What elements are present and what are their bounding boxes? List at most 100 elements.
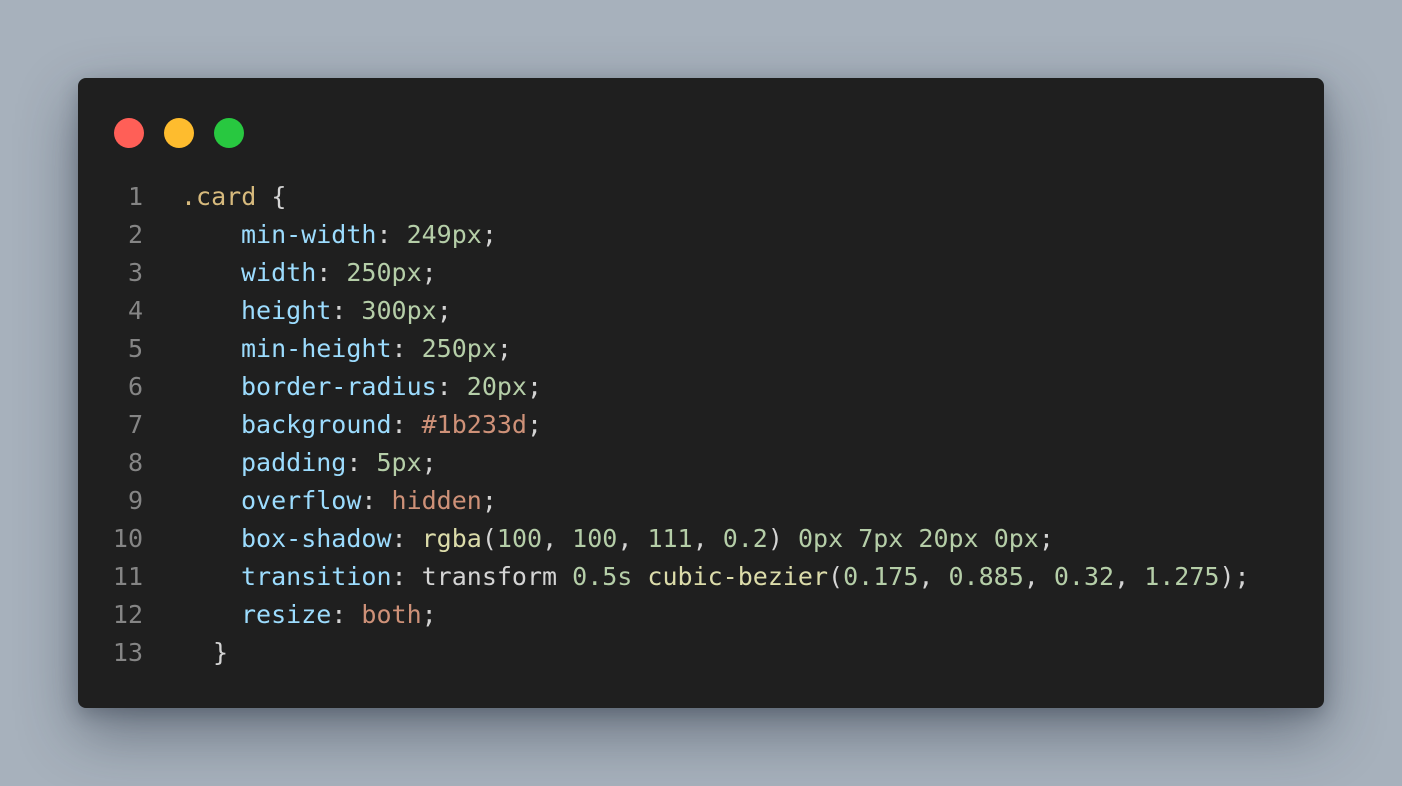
line-content: background: #1b233d; [143, 406, 542, 444]
code-token-punct: : [391, 562, 422, 591]
line-content: padding: 5px; [143, 444, 437, 482]
code-token-num: 0.5s [572, 562, 633, 591]
code-token-punct: : [346, 448, 377, 477]
line-number: 2 [127, 220, 143, 249]
code-token-punct: , [692, 524, 723, 553]
code-token-num: 0px [797, 524, 844, 553]
code-token-punct: , [1114, 562, 1145, 591]
code-token-str: both [361, 600, 422, 629]
code-token-num: 20px [466, 372, 527, 401]
line-content: min-width: 249px; [143, 216, 497, 254]
code-token-punct: , [918, 562, 949, 591]
code-token-num: 249px [406, 220, 482, 249]
line-number: 8 [127, 448, 143, 477]
code-line: 9 overflow: hidden; [78, 482, 1324, 520]
code-line: 5 min-height: 250px; [78, 330, 1324, 368]
code-token-num: 100 [496, 524, 543, 553]
line-content: } [143, 634, 228, 672]
code-token-punct: , [617, 524, 648, 553]
code-token-punct: : [391, 410, 422, 439]
line-content: min-height: 250px; [143, 330, 512, 368]
zoom-dot-icon[interactable] [214, 118, 244, 148]
code-token-prop: overflow [241, 486, 362, 515]
code-line: 1 .card { [78, 178, 1324, 216]
code-token-punct: ; [496, 334, 512, 363]
code-token-prop: box-shadow [241, 524, 392, 553]
code-token-num: 0px [993, 524, 1039, 553]
code-token-punct: : [436, 372, 467, 401]
code-token-punct: ( [481, 524, 497, 553]
code-token-brace: { [271, 182, 287, 211]
code-token-punct: ; [1038, 524, 1054, 553]
code-token-num: 250px [421, 334, 497, 363]
code-token-num: 0.175 [843, 562, 919, 591]
line-number: 11 [112, 562, 143, 591]
code-token-fn: cubic-bezier [647, 562, 829, 591]
line-number: 6 [127, 372, 143, 401]
code-token-punct: ; [421, 448, 437, 477]
code-token-num: 300px [361, 296, 437, 325]
code-line: 4 height: 300px; [78, 292, 1324, 330]
code-token-fn: rgba [421, 524, 482, 553]
line-content: resize: both; [143, 596, 437, 634]
code-line: 3 width: 250px; [78, 254, 1324, 292]
code-line: 11 transition: transform 0.5s cubic-bezi… [78, 558, 1324, 596]
code-token-selector: .card [181, 182, 257, 211]
code-token-punct: ); [1219, 562, 1250, 591]
code-token-num: 0.32 [1053, 562, 1115, 591]
line-content: height: 300px; [143, 292, 452, 330]
code-token-punct: ( [828, 562, 844, 591]
code-line: 2 min-width: 249px; [78, 216, 1324, 254]
code-token-num: 100 [572, 524, 618, 553]
window-controls [114, 118, 264, 148]
line-content: .card { [143, 178, 286, 216]
code-token-prop: min-height [241, 334, 392, 363]
line-number: 4 [127, 296, 143, 325]
code-token-prop: height [241, 296, 332, 325]
code-token-punct: ; [436, 296, 452, 325]
code-token-punct: ) [767, 524, 798, 553]
line-number: 10 [112, 524, 143, 553]
line-number: 9 [127, 486, 143, 515]
line-number: 12 [112, 600, 143, 629]
code-token-punct: : [391, 334, 422, 363]
code-token-punct: , [542, 524, 573, 553]
code-token-num: 111 [647, 524, 693, 553]
code-token-punct: : [331, 600, 362, 629]
close-dot-icon[interactable] [114, 118, 144, 148]
code-token-str: #1b233d [421, 410, 527, 439]
minimize-dot-icon[interactable] [164, 118, 194, 148]
code-token-prop: resize [241, 600, 332, 629]
code-token-punct: ; [526, 410, 543, 439]
code-line: 6 border-radius: 20px; [78, 368, 1324, 406]
line-content: box-shadow: rgba(100, 100, 111, 0.2) 0px… [143, 520, 1054, 558]
code-token-num: 1.275 [1144, 562, 1220, 591]
code-token-punct: ; [421, 600, 437, 629]
code-editor[interactable]: 1 .card { 2 min-width: 249px; 3 width: 2… [78, 178, 1324, 672]
code-token-punct: : [316, 258, 347, 287]
code-token-punct: : [331, 296, 362, 325]
code-line: 10 box-shadow: rgba(100, 100, 111, 0.2) … [78, 520, 1324, 558]
code-token-punct: ; [481, 486, 497, 515]
code-line: 7 background: #1b233d; [78, 406, 1324, 444]
code-token-num: 250px [346, 258, 422, 287]
line-number: 1 [127, 182, 143, 211]
code-token-num: 0.885 [948, 562, 1024, 591]
code-token-punct: : [361, 486, 392, 515]
code-token-prop: transition [241, 562, 392, 591]
code-token-num: 5px [376, 448, 422, 477]
code-line: 12 resize: both; [78, 596, 1324, 634]
code-token-num: 7px [858, 524, 904, 553]
line-number: 5 [127, 334, 143, 363]
code-token-brace: } [213, 638, 229, 667]
code-token-prop: background [241, 410, 392, 439]
code-token-punct: ; [421, 258, 437, 287]
code-line: 8 padding: 5px; [78, 444, 1324, 482]
code-token-str: hidden [391, 486, 482, 515]
code-token-prop: border-radius [241, 372, 437, 401]
